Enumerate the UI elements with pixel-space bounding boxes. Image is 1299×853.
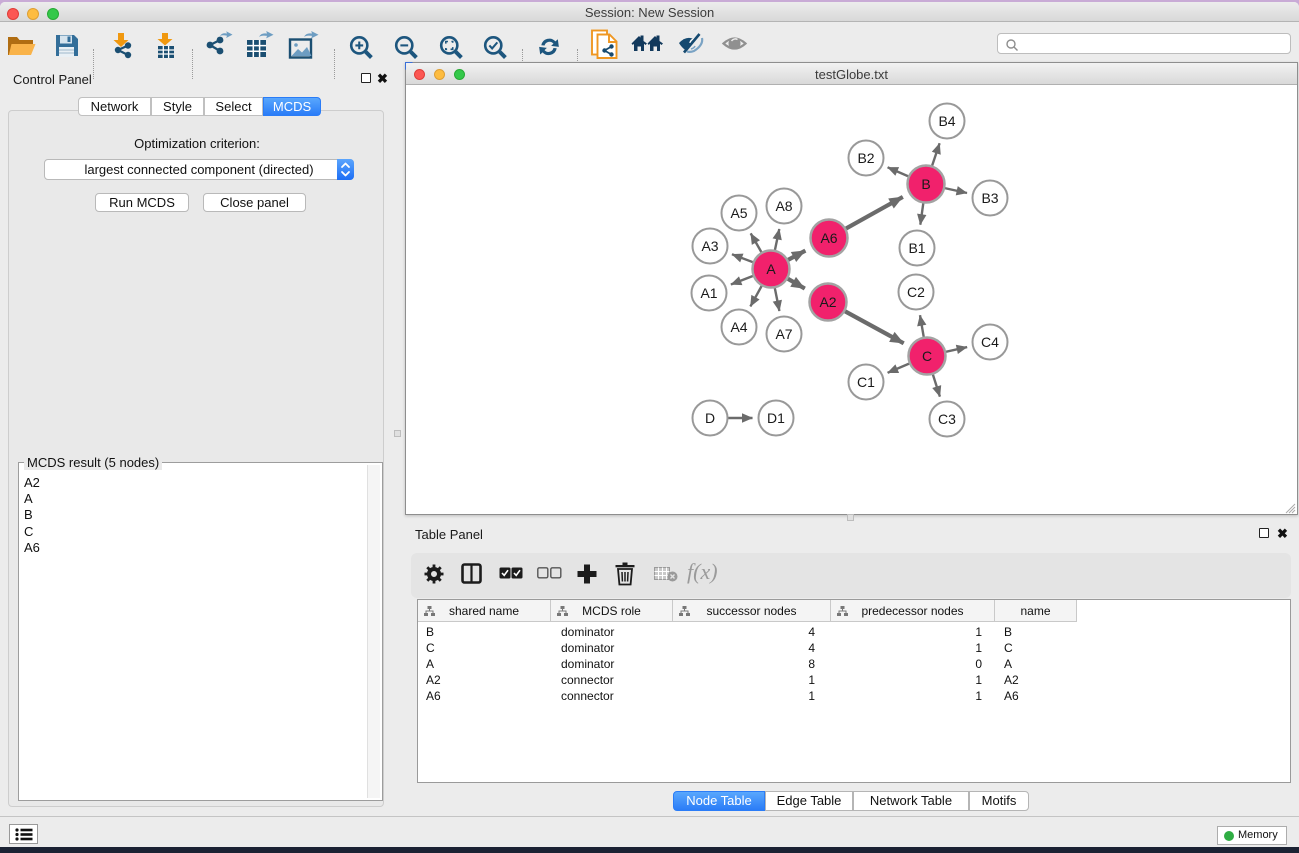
svg-text:A8: A8	[775, 198, 792, 214]
svg-text:C1: C1	[857, 374, 875, 390]
svg-text:A7: A7	[775, 326, 792, 342]
svg-text:D1: D1	[767, 410, 785, 426]
svg-text:B1: B1	[908, 240, 925, 256]
svg-text:A2: A2	[819, 294, 836, 310]
svg-text:B4: B4	[938, 113, 955, 129]
svg-text:B3: B3	[981, 190, 998, 206]
svg-text:A4: A4	[730, 319, 747, 335]
svg-text:C3: C3	[938, 411, 956, 427]
svg-text:A: A	[766, 261, 776, 277]
svg-text:C4: C4	[981, 334, 999, 350]
svg-text:B: B	[921, 176, 930, 192]
svg-text:B2: B2	[857, 150, 874, 166]
svg-text:C: C	[922, 348, 932, 364]
svg-text:A5: A5	[730, 205, 747, 221]
svg-text:A3: A3	[701, 238, 718, 254]
svg-text:C2: C2	[907, 284, 925, 300]
svg-text:A6: A6	[820, 230, 837, 246]
svg-text:D: D	[705, 410, 715, 426]
svg-text:A1: A1	[700, 285, 717, 301]
